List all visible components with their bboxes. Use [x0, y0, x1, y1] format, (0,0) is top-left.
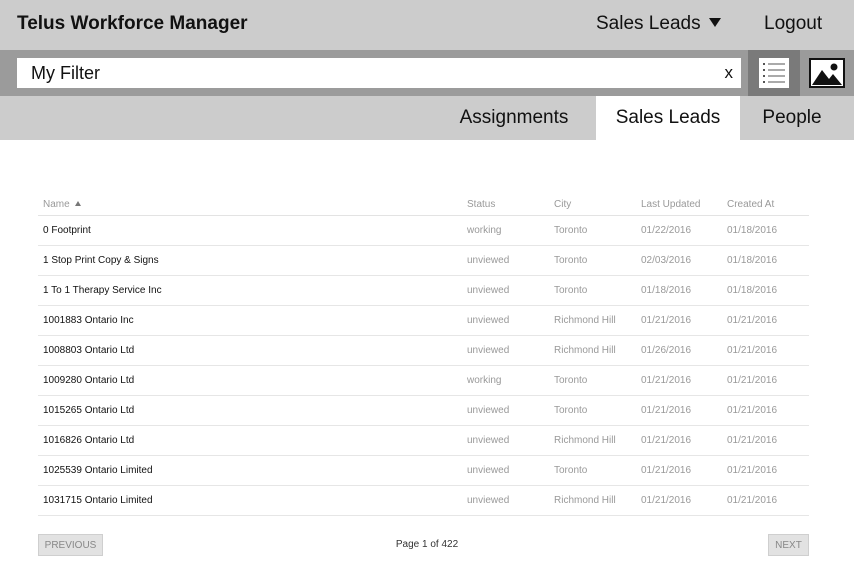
lead-created-at: 01/18/2016 [727, 225, 778, 236]
table-row[interactable]: 1 To 1 Therapy Service Inc unviewed Toro… [38, 276, 809, 306]
lead-created-at: 01/21/2016 [727, 345, 778, 356]
lead-name: 1015265 Ontario Ltd [43, 405, 135, 416]
lead-created-at: 01/21/2016 [727, 315, 778, 326]
lead-status: unviewed [467, 285, 510, 296]
lead-city: Toronto [554, 285, 588, 296]
lead-created-at: 01/18/2016 [727, 255, 778, 266]
lead-city: Toronto [554, 465, 588, 476]
lead-last-updated: 01/26/2016 [641, 345, 692, 356]
lead-status: unviewed [467, 255, 510, 266]
filter-input[interactable] [17, 58, 707, 88]
lead-status: unviewed [467, 405, 510, 416]
lead-city: Richmond Hill [554, 435, 616, 446]
column-header-status[interactable]: Status [467, 195, 495, 215]
lead-status: unviewed [467, 315, 510, 326]
table-row[interactable]: 1001883 Ontario Inc unviewed Richmond Hi… [38, 306, 809, 336]
caret-down-icon [708, 18, 721, 27]
lead-city: Toronto [554, 225, 588, 236]
lead-name: 1008803 Ontario Ltd [43, 345, 135, 356]
page-indicator: Page 1 of 422 [395, 539, 459, 550]
image-icon [809, 58, 845, 88]
filter-bar: x [0, 50, 854, 96]
column-header-name[interactable]: Name [43, 195, 81, 215]
lead-name: 1031715 Ontario Limited [43, 495, 153, 506]
lead-last-updated: 01/21/2016 [641, 375, 692, 386]
filter-box: x [17, 58, 741, 88]
lead-city: Toronto [554, 405, 588, 416]
lead-created-at: 01/21/2016 [727, 435, 778, 446]
table-row[interactable]: 1016826 Ontario Ltd unviewed Richmond Hi… [38, 426, 809, 456]
lead-status: unviewed [467, 465, 510, 476]
table-header: Name Status City Last Updated Created At [38, 195, 809, 216]
sales-leads-menu-dropdown[interactable]: Sales Leads [596, 13, 721, 35]
lead-last-updated: 01/21/2016 [641, 315, 692, 326]
table-row[interactable]: 1025539 Ontario Limited unviewed Toronto… [38, 456, 809, 486]
top-bar: Telus Workforce Manager Sales Leads Logo… [0, 0, 854, 50]
table-row[interactable]: 1008803 Ontario Ltd unviewed Richmond Hi… [38, 336, 809, 366]
menu-dropdown-label: Sales Leads [596, 13, 701, 34]
tab-people[interactable]: People [740, 96, 844, 140]
lead-status: working [467, 375, 502, 386]
table-row[interactable]: 1009280 Ontario Ltd working Toronto 01/2… [38, 366, 809, 396]
lead-status: unviewed [467, 435, 510, 446]
lead-city: Richmond Hill [554, 495, 616, 506]
sales-leads-table: Name Status City Last Updated Created At… [38, 195, 809, 516]
lead-name: 1 Stop Print Copy & Signs [43, 255, 159, 266]
lead-city: Toronto [554, 375, 588, 386]
lead-last-updated: 01/21/2016 [641, 465, 692, 476]
table-row[interactable]: 1031715 Ontario Limited unviewed Richmon… [38, 486, 809, 516]
lead-last-updated: 01/22/2016 [641, 225, 692, 236]
lead-name: 1009280 Ontario Ltd [43, 375, 135, 386]
lead-name: 1025539 Ontario Limited [43, 465, 153, 476]
clear-filter-button[interactable]: x [725, 62, 734, 84]
column-header-created-at[interactable]: Created At [727, 195, 774, 215]
lead-created-at: 01/21/2016 [727, 375, 778, 386]
app-title: Telus Workforce Manager [17, 13, 248, 34]
column-header-city[interactable]: City [554, 195, 571, 215]
next-page-button[interactable]: NEXT [768, 534, 809, 556]
lead-last-updated: 01/18/2016 [641, 285, 692, 296]
lead-city: Richmond Hill [554, 345, 616, 356]
lead-created-at: 01/18/2016 [727, 285, 778, 296]
lead-name: 1016826 Ontario Ltd [43, 435, 135, 446]
lead-name: 1001883 Ontario Inc [43, 315, 134, 326]
table-row[interactable]: 1015265 Ontario Ltd unviewed Toronto 01/… [38, 396, 809, 426]
lead-status: working [467, 225, 502, 236]
column-header-last-updated[interactable]: Last Updated [641, 195, 701, 215]
lead-name: 1 To 1 Therapy Service Inc [43, 285, 162, 296]
lead-name: 0 Footprint [43, 225, 91, 236]
logout-link[interactable]: Logout [764, 13, 822, 35]
lead-status: unviewed [467, 495, 510, 506]
tab-bar: Assignments Sales Leads People [0, 96, 854, 140]
lead-created-at: 01/21/2016 [727, 405, 778, 416]
lead-city: Richmond Hill [554, 315, 616, 326]
table-row[interactable]: 1 Stop Print Copy & Signs unviewed Toron… [38, 246, 809, 276]
lead-created-at: 01/21/2016 [727, 495, 778, 506]
lead-last-updated: 02/03/2016 [641, 255, 692, 266]
tab-assignments[interactable]: Assignments [450, 96, 578, 140]
list-view-button[interactable] [748, 50, 800, 96]
lead-last-updated: 01/21/2016 [641, 435, 692, 446]
tab-sales-leads[interactable]: Sales Leads [596, 96, 740, 140]
sort-ascending-icon [74, 201, 81, 206]
lead-status: unviewed [467, 345, 510, 356]
lead-last-updated: 01/21/2016 [641, 495, 692, 506]
lead-last-updated: 01/21/2016 [641, 405, 692, 416]
table-row[interactable]: 0 Footprint working Toronto 01/22/2016 0… [38, 216, 809, 246]
list-icon [759, 58, 789, 88]
lead-city: Toronto [554, 255, 588, 266]
lead-created-at: 01/21/2016 [727, 465, 778, 476]
image-view-button[interactable] [800, 50, 854, 96]
